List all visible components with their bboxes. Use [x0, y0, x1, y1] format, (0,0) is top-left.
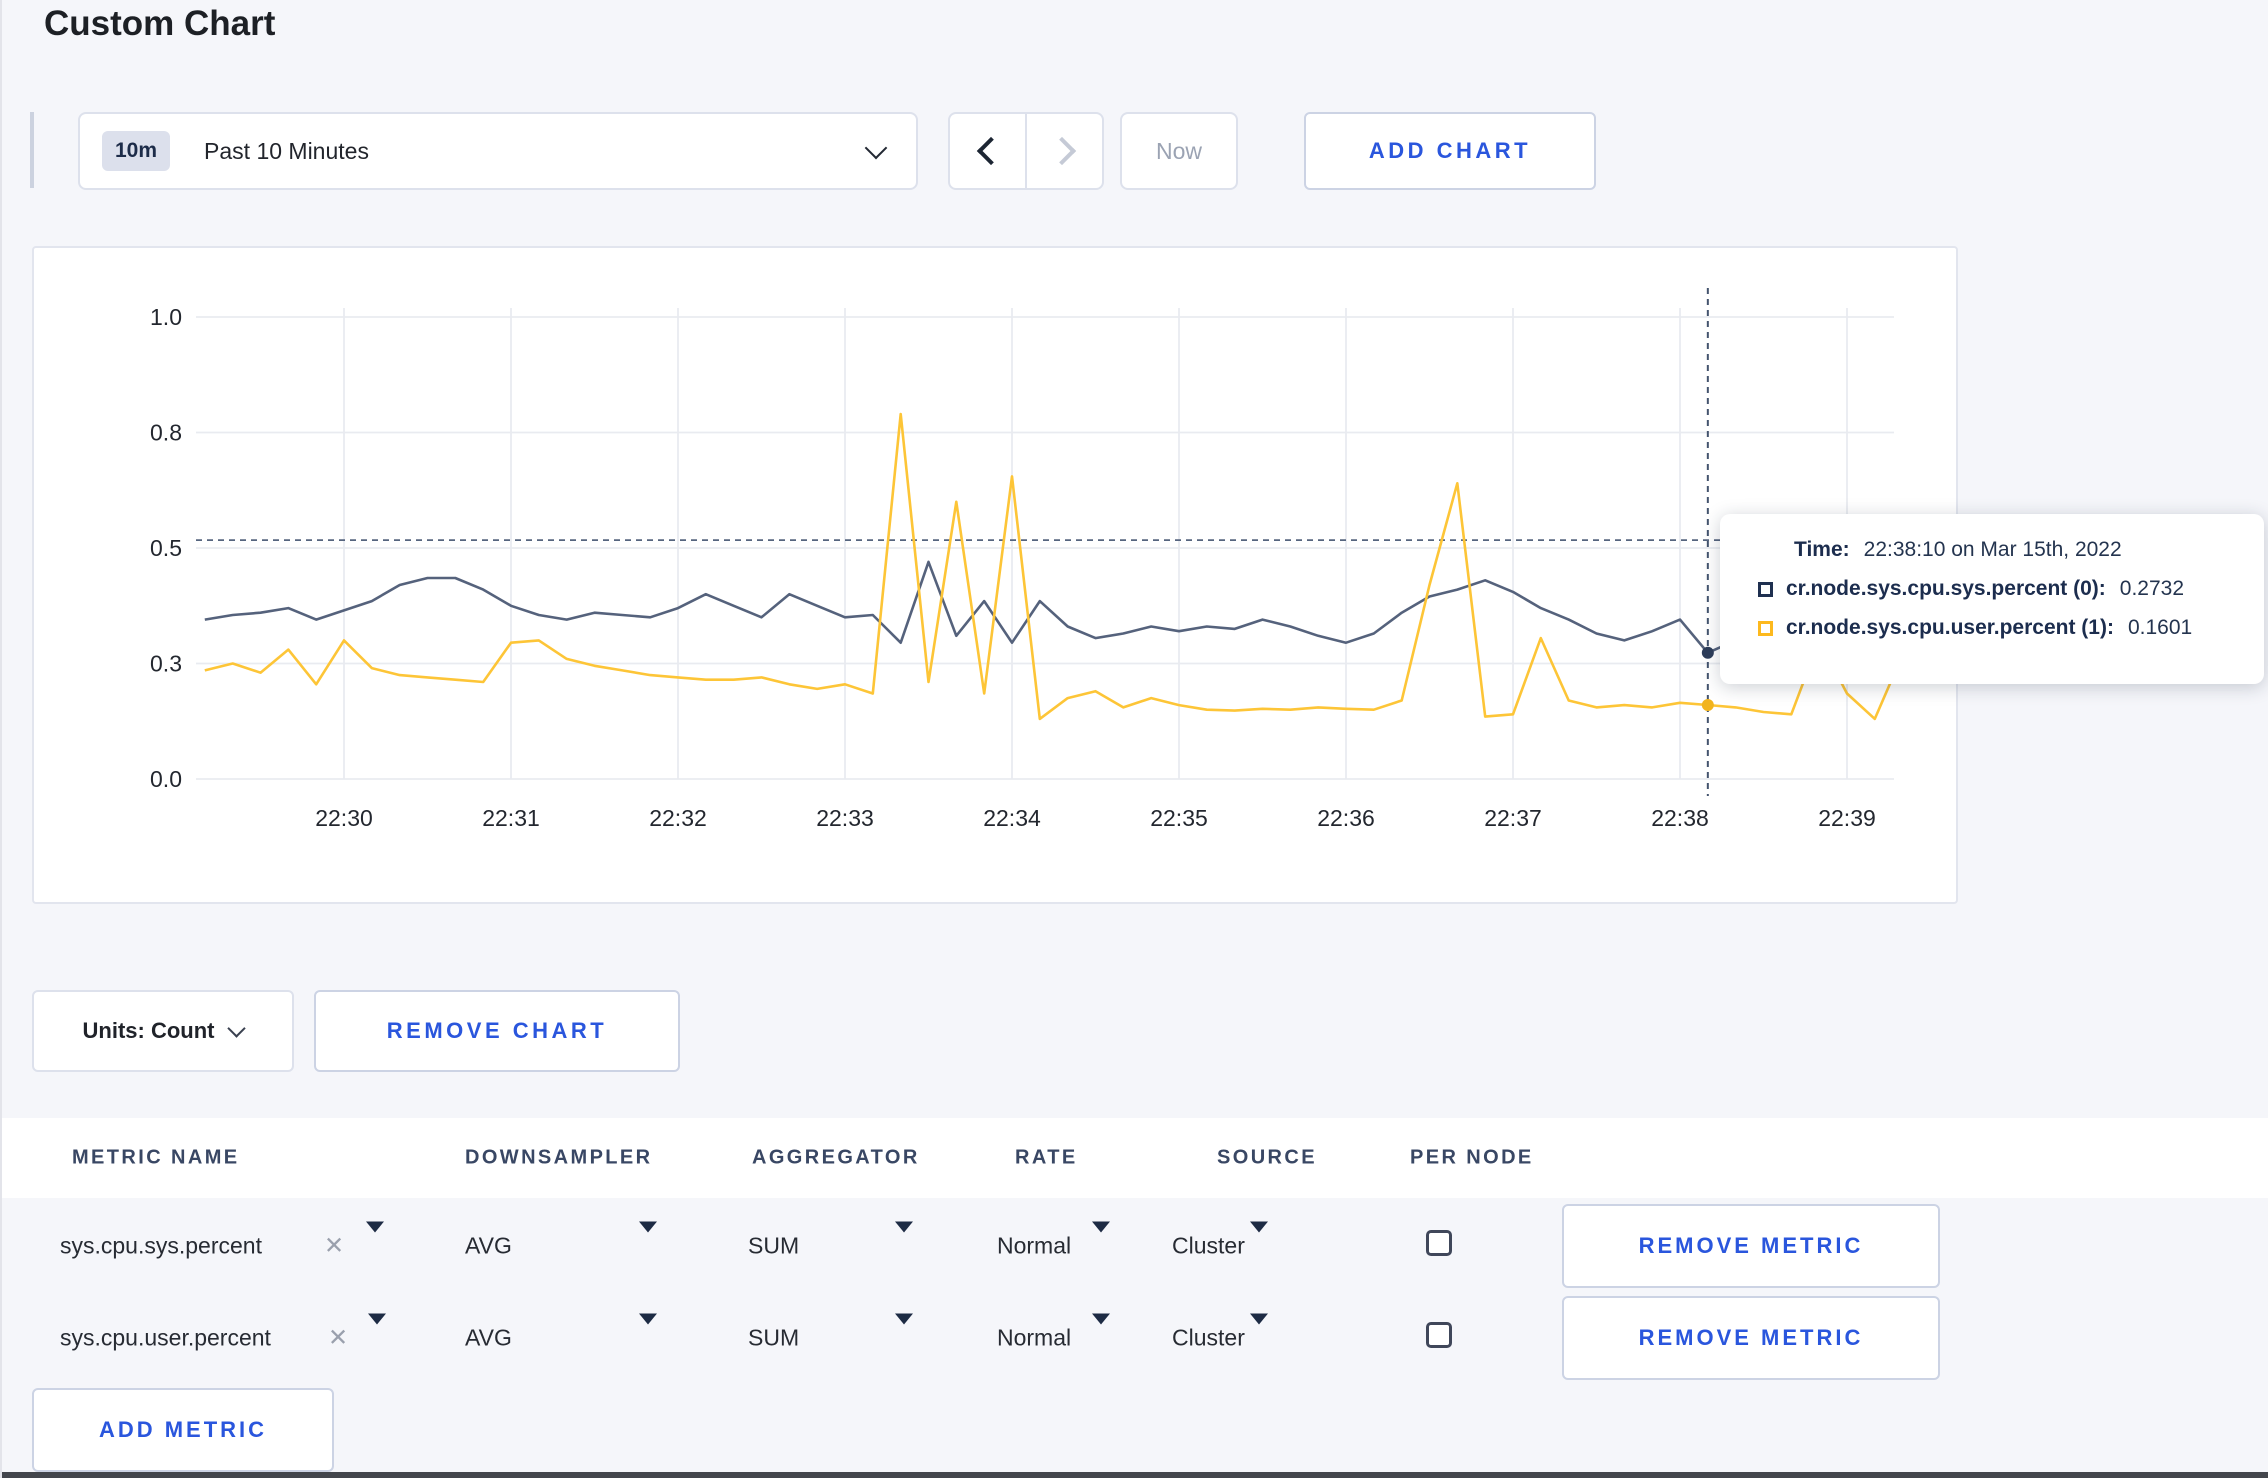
tooltip-time-row: Time: 22:38:10 on Mar 15th, 2022 [1794, 538, 2264, 562]
toolbar-accent-bar [30, 112, 34, 188]
remove-metric-button[interactable]: REMOVE METRIC [1562, 1204, 1940, 1288]
tooltip-series-row: cr.node.sys.cpu.sys.percent (0): 0.2732 [1758, 577, 2264, 601]
metric-name-select[interactable]: sys.cpu.sys.percent [60, 1233, 262, 1260]
rate-select[interactable]: Normal [997, 1325, 1071, 1352]
add-chart-button[interactable]: ADD CHART [1304, 112, 1596, 190]
downsampler-select[interactable]: AVG [465, 1325, 512, 1352]
metric-row: sys.cpu.sys.percent ✕ AVG SUM Normal Clu… [2, 1198, 2268, 1294]
per-node-cell [1426, 1322, 1452, 1354]
add-metric-button[interactable]: ADD METRIC [32, 1388, 334, 1472]
custom-chart-page: Custom Chart 10m Past 10 Minutes Now ADD… [0, 0, 2268, 1478]
clear-metric-icon[interactable]: ✕ [328, 1324, 348, 1353]
caret-down-icon[interactable] [366, 1221, 384, 1260]
svg-text:22:33: 22:33 [816, 805, 874, 831]
downsampler-select[interactable]: AVG [465, 1233, 512, 1260]
caret-down-icon[interactable] [1092, 1313, 1110, 1352]
source-select[interactable]: Cluster [1172, 1233, 1245, 1260]
chevron-down-icon [864, 136, 888, 160]
svg-text:22:34: 22:34 [983, 805, 1041, 831]
svg-text:22:36: 22:36 [1317, 805, 1375, 831]
prev-time-button[interactable] [948, 112, 1026, 190]
chevron-left-icon [976, 136, 1005, 166]
crosshair-tooltip: Time: 22:38:10 on Mar 15th, 2022 cr.node… [1720, 514, 2264, 684]
aggregator-select[interactable]: SUM [748, 1233, 799, 1260]
metrics-table-header: METRIC NAME DOWNSAMPLER AGGREGATOR RATE … [2, 1118, 2268, 1198]
header-aggregator: AGGREGATOR [752, 1146, 920, 1169]
svg-text:22:35: 22:35 [1150, 805, 1208, 831]
remove-chart-button[interactable]: REMOVE CHART [314, 990, 680, 1072]
now-button[interactable]: Now [1120, 112, 1238, 190]
header-downsampler: DOWNSAMPLER [465, 1146, 653, 1169]
time-window-label: Past 10 Minutes [204, 137, 369, 164]
series-color-swatch-icon [1758, 581, 1773, 597]
chevron-right-icon [1047, 136, 1076, 166]
svg-text:1.0: 1.0 [150, 304, 182, 330]
header-rate: RATE [1015, 1146, 1078, 1169]
caret-down-icon[interactable] [1250, 1221, 1268, 1260]
next-time-button[interactable] [1026, 112, 1104, 190]
time-window-badge: 10m [102, 131, 171, 171]
window-bottom-edge [2, 1472, 2268, 1478]
caret-down-icon[interactable] [639, 1313, 657, 1352]
caret-down-icon[interactable] [1250, 1313, 1268, 1352]
caret-down-icon[interactable] [895, 1221, 913, 1260]
svg-text:0.5: 0.5 [150, 535, 182, 561]
per-node-checkbox[interactable] [1426, 1230, 1452, 1256]
metric-name-select[interactable]: sys.cpu.user.percent [60, 1325, 271, 1352]
caret-down-icon[interactable] [895, 1313, 913, 1352]
caret-down-icon[interactable] [368, 1313, 386, 1352]
svg-text:22:32: 22:32 [649, 805, 707, 831]
svg-text:22:38: 22:38 [1651, 805, 1709, 831]
tooltip-series-row: cr.node.sys.cpu.user.percent (1): 0.1601 [1758, 616, 2264, 640]
time-range-select[interactable]: 10m Past 10 Minutes [78, 112, 918, 190]
remove-metric-button[interactable]: REMOVE METRIC [1562, 1296, 1940, 1380]
caret-down-icon[interactable] [639, 1221, 657, 1260]
units-select[interactable]: Units: Count [32, 990, 294, 1072]
tooltip-series-label: cr.node.sys.cpu.sys.percent (0): [1786, 577, 2106, 600]
source-select[interactable]: Cluster [1172, 1325, 1245, 1352]
tooltip-series-value: 0.1601 [2127, 616, 2193, 639]
per-node-cell [1426, 1230, 1452, 1262]
tooltip-time-label: Time: [1794, 538, 1850, 561]
svg-text:22:30: 22:30 [315, 805, 373, 831]
rate-select[interactable]: Normal [997, 1233, 1071, 1260]
units-select-label: Units: Count [82, 1018, 215, 1043]
per-node-checkbox[interactable] [1426, 1322, 1452, 1348]
metric-row: sys.cpu.user.percent ✕ AVG SUM Normal Cl… [2, 1290, 2268, 1386]
svg-text:22:37: 22:37 [1484, 805, 1542, 831]
aggregator-select[interactable]: SUM [748, 1325, 799, 1352]
tooltip-series-value: 0.2732 [2119, 577, 2185, 600]
caret-down-icon[interactable] [1092, 1221, 1110, 1260]
svg-text:22:31: 22:31 [482, 805, 540, 831]
tooltip-time-value: 22:38:10 on Mar 15th, 2022 [1863, 538, 2122, 561]
svg-text:0.0: 0.0 [150, 766, 182, 792]
tooltip-series-label: cr.node.sys.cpu.user.percent (1): [1786, 616, 2114, 639]
clear-metric-icon[interactable]: ✕ [324, 1232, 344, 1261]
header-per-node: PER NODE [1410, 1146, 1534, 1169]
svg-text:0.8: 0.8 [150, 420, 182, 446]
series-color-swatch-icon [1758, 620, 1773, 636]
svg-text:22:39: 22:39 [1818, 805, 1876, 831]
time-nav-group [948, 112, 1104, 190]
page-title: Custom Chart [44, 4, 276, 43]
chevron-down-icon [227, 1018, 247, 1038]
header-source: SOURCE [1217, 1146, 1317, 1169]
chart-plot[interactable]: 22:30 22:31 22:32 22:33 22:34 22:35 22:36 22:37… [34, 248, 1960, 906]
svg-text:0.3: 0.3 [150, 651, 182, 677]
header-metric-name: METRIC NAME [72, 1146, 240, 1169]
chart-card: 22:30 22:31 22:32 22:33 22:34 22:35 22:36 22:37… [32, 246, 1958, 904]
